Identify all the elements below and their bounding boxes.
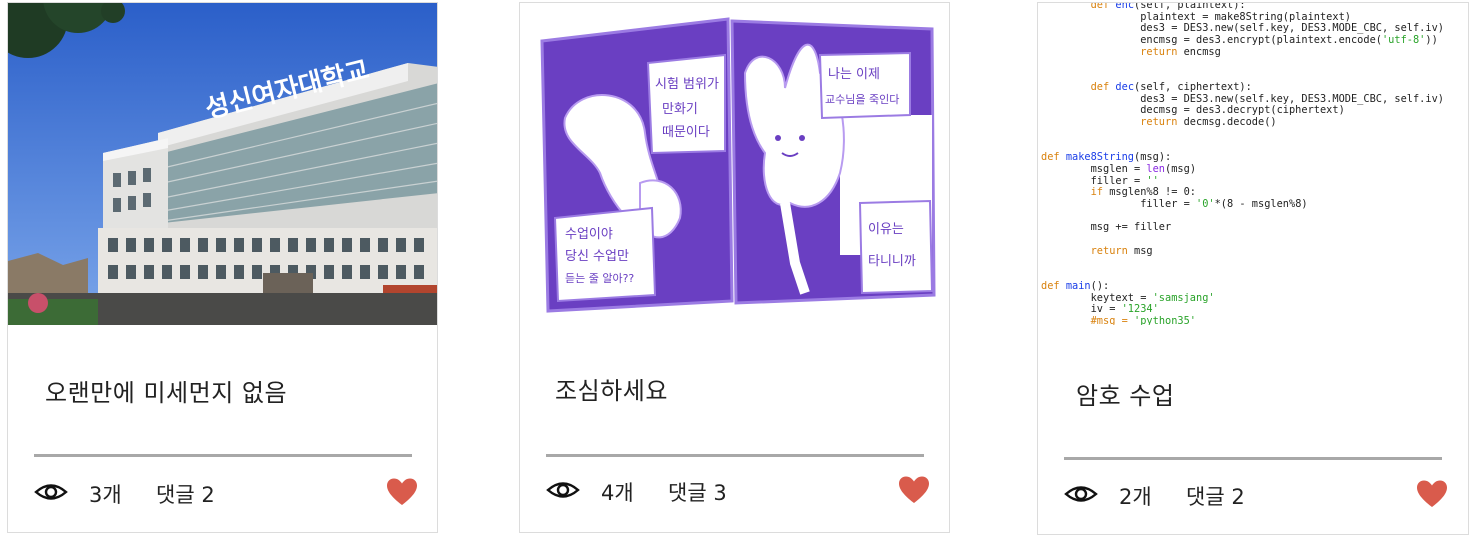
- code-line: msg += filler: [1090, 221, 1172, 234]
- view-count: 2개: [1119, 485, 1152, 509]
- comment-count[interactable]: 댓글 2: [1186, 481, 1245, 511]
- post-thumbnail[interactable]: 성신여자대학교: [8, 3, 437, 325]
- code-screenshot: def enc(self, plaintext): plaintext = ma…: [1038, 3, 1468, 325]
- comic-bubble-text: 이유는: [868, 222, 904, 237]
- divider: [34, 454, 412, 457]
- post-stats: 3개 댓글 2: [34, 477, 417, 511]
- comic-bubble-text: 나는 이제: [828, 67, 880, 82]
- post-thumbnail[interactable]: 시험 범위가 만화기 때문이다 수업이야 당신 수업만 듣는 줄 알아?? 나는…: [520, 3, 949, 325]
- post-card[interactable]: def enc(self, plaintext): plaintext = ma…: [1037, 2, 1469, 535]
- post-stats: 4개 댓글 3: [546, 475, 929, 509]
- code-line: #msg = 'python35': [1090, 314, 1197, 325]
- view-count: 4개: [601, 481, 634, 505]
- comic-bubble-text: 교수님을 죽인다: [825, 93, 899, 106]
- heart-icon[interactable]: [386, 477, 418, 507]
- comic-bubble-text: 당신 수업만: [565, 249, 629, 264]
- eye-icon: [546, 482, 580, 498]
- post-title[interactable]: 암호 수업: [1076, 376, 1174, 411]
- code-line: return decmsg.decode(): [1140, 116, 1277, 128]
- comic-bubble-text: 수업이야: [565, 227, 613, 242]
- view-count: 3개: [89, 483, 122, 507]
- comment-count[interactable]: 댓글 2: [156, 479, 215, 509]
- comic-bubble-text: 시험 범위가: [655, 77, 719, 92]
- divider: [1064, 457, 1442, 460]
- post-card[interactable]: 시험 범위가 만화기 때문이다 수업이야 당신 수업만 듣는 줄 알아?? 나는…: [519, 2, 950, 533]
- comic-bubble-text: 듣는 줄 알아??: [565, 271, 634, 285]
- comic-bubble-text: 만화기: [662, 102, 698, 117]
- heart-icon[interactable]: [898, 475, 930, 505]
- comic-bubble-text: 타니니까: [868, 254, 916, 269]
- building-photo: 성신여자대학교: [8, 3, 437, 325]
- post-card[interactable]: 성신여자대학교 오랜만에 미세먼지 없음 3개 댓글 2: [7, 2, 438, 533]
- heart-icon[interactable]: [1416, 479, 1448, 509]
- comment-count[interactable]: 댓글 3: [668, 477, 727, 507]
- code-line: return encmsg: [1140, 45, 1221, 58]
- post-title[interactable]: 오랜만에 미세먼지 없음: [45, 373, 287, 408]
- eye-icon: [1064, 486, 1098, 502]
- divider: [546, 454, 924, 457]
- post-title[interactable]: 조심하세요: [555, 371, 668, 406]
- post-stats: 2개 댓글 2: [1064, 479, 1447, 513]
- eye-icon: [34, 484, 68, 500]
- code-line: filler = '0'*(8 - msglen%8): [1140, 197, 1308, 210]
- comic-bubble-text: 때문이다: [662, 125, 710, 140]
- code-line: return msg: [1090, 244, 1153, 257]
- comic-drawing: 시험 범위가 만화기 때문이다 수업이야 당신 수업만 듣는 줄 알아?? 나는…: [520, 3, 949, 325]
- post-thumbnail[interactable]: def enc(self, plaintext): plaintext = ma…: [1038, 3, 1468, 325]
